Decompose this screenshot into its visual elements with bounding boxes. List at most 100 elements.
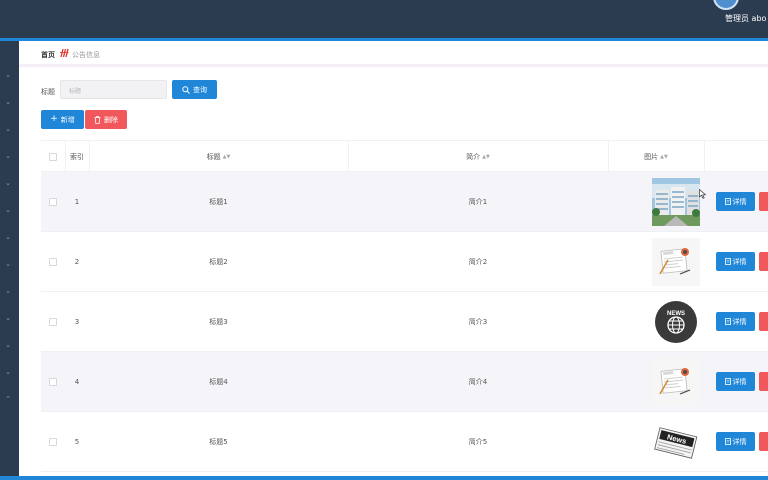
row-index: 3 xyxy=(74,318,80,326)
row-index: 1 xyxy=(74,198,80,206)
column-header-index: 索引 xyxy=(70,153,84,161)
row-index: 5 xyxy=(74,438,80,446)
row-delete-button[interactable] xyxy=(759,312,768,331)
document-icon xyxy=(724,258,731,265)
add-button[interactable]: + 新增 xyxy=(41,110,84,129)
row-index: 2 xyxy=(74,258,80,266)
sort-icon[interactable]: ▲▼ xyxy=(660,154,668,160)
plus-icon: + xyxy=(50,114,58,124)
detail-button[interactable]: 详情 xyxy=(716,312,755,331)
chevron-down-icon[interactable]: ⌄ xyxy=(4,152,12,160)
row-title: 标题1 xyxy=(209,198,228,206)
row-delete-button[interactable] xyxy=(759,252,768,271)
sort-icon[interactable]: ▲▼ xyxy=(223,154,231,160)
row-title: 标题5 xyxy=(209,438,228,446)
sidebar: ⌄ ⌄ ⌄ ⌄ ⌄ ⌄ ⌄ ⌄ ⌄ ⌄ ⌄ ⌄ ⌃ xyxy=(0,41,19,480)
detail-button-label: 详情 xyxy=(732,257,747,266)
column-header-intro-label: 简介 xyxy=(466,153,481,161)
chevron-down-icon[interactable]: ⌄ xyxy=(4,179,12,187)
row-intro: 简介4 xyxy=(468,378,488,386)
sort-icon[interactable]: ▲▼ xyxy=(482,154,490,160)
chevron-down-icon[interactable]: ⌄ xyxy=(4,314,12,322)
row-intro: 简介2 xyxy=(468,258,488,266)
table-row[interactable]: 2 标题2 简介2 详情 xyxy=(41,232,768,292)
main-content: 首页 公告信息 标题 标题 查询 + 新增 删除 索引 标题 ▲▼ 简介 ▲▼ … xyxy=(19,41,768,476)
column-header-title-label: 标题 xyxy=(206,153,221,161)
chevron-down-icon[interactable]: ⌄ xyxy=(4,206,12,214)
column-header-image-label: 图片 xyxy=(644,153,659,161)
detail-button[interactable]: 详情 xyxy=(716,192,755,211)
row-title: 标题2 xyxy=(209,258,228,266)
delete-button[interactable]: 删除 xyxy=(85,110,127,129)
row-checkbox[interactable] xyxy=(49,198,57,206)
document-icon xyxy=(724,198,731,205)
row-index: 4 xyxy=(74,378,80,386)
data-table: 索引 标题 ▲▼ 简介 ▲▼ 图片 ▲▼ 1 标题1 简介1 详情 2 标题2 … xyxy=(41,140,768,472)
row-checkbox[interactable] xyxy=(49,318,57,326)
breadcrumb: 首页 公告信息 xyxy=(19,41,768,67)
detail-button-label: 详情 xyxy=(732,377,747,386)
document-icon xyxy=(724,438,731,445)
query-button[interactable]: 查询 xyxy=(172,80,217,99)
row-title: 标题3 xyxy=(209,318,228,326)
chevron-down-icon[interactable]: ⌄ xyxy=(4,233,12,241)
column-header-title[interactable]: 标题 ▲▼ xyxy=(89,141,348,173)
row-checkbox[interactable] xyxy=(49,378,57,386)
search-label: 标题 xyxy=(41,88,55,96)
row-intro: 简介1 xyxy=(468,198,488,206)
chevron-down-icon[interactable]: ⌄ xyxy=(4,125,12,133)
delete-button-label: 删除 xyxy=(104,115,118,124)
admin-label[interactable]: 管理员 abo xyxy=(725,13,766,24)
building-photo[interactable] xyxy=(652,178,700,226)
news-globe-icon[interactable]: NEWS xyxy=(652,298,700,346)
document-icon xyxy=(724,318,731,325)
row-intro: 简介5 xyxy=(468,438,488,446)
row-intro: 简介3 xyxy=(468,318,488,326)
table-row[interactable]: 1 标题1 简介1 详情 xyxy=(41,172,768,232)
detail-button[interactable]: 详情 xyxy=(716,252,755,271)
chevron-down-icon[interactable]: ⌄ xyxy=(4,260,12,268)
detail-button[interactable]: 详情 xyxy=(716,432,755,451)
newspaper-illustration[interactable] xyxy=(652,238,700,286)
row-title: 标题4 xyxy=(209,378,228,386)
chevron-up-icon[interactable]: ⌃ xyxy=(4,395,12,403)
detail-button-label: 详情 xyxy=(732,197,747,206)
news-paper-icon[interactable]: News xyxy=(652,418,700,466)
table-row[interactable]: 3 标题3 简介3 NEWS 详情 xyxy=(41,292,768,352)
mouse-cursor-icon xyxy=(699,189,707,199)
chevron-down-icon[interactable]: ⌄ xyxy=(4,98,12,106)
select-all-cell xyxy=(41,141,65,173)
row-checkbox[interactable] xyxy=(49,258,57,266)
chevron-down-icon[interactable]: ⌄ xyxy=(4,71,12,79)
breadcrumb-home[interactable]: 首页 xyxy=(41,50,55,60)
detail-button-label: 详情 xyxy=(732,437,747,446)
detail-button[interactable]: 详情 xyxy=(716,372,755,391)
table-row[interactable]: 5 标题5 简介5 News 详情 xyxy=(41,412,768,472)
chevron-down-icon[interactable]: ⌄ xyxy=(4,287,12,295)
search-icon xyxy=(182,85,190,94)
select-all-checkbox[interactable] xyxy=(49,153,57,161)
row-delete-button[interactable] xyxy=(759,432,768,451)
table-header: 索引 标题 ▲▼ 简介 ▲▼ 图片 ▲▼ xyxy=(41,140,768,173)
avatar[interactable] xyxy=(713,0,739,10)
search-input[interactable]: 标题 xyxy=(60,80,167,99)
footer-accent-line xyxy=(0,476,768,480)
column-header-image[interactable]: 图片 ▲▼ xyxy=(608,141,704,173)
table-row[interactable]: 4 标题4 简介4 详情 xyxy=(41,352,768,412)
chevron-down-icon[interactable]: ⌄ xyxy=(4,368,12,376)
detail-button-label: 详情 xyxy=(732,317,747,326)
breadcrumb-separator-icon xyxy=(60,48,69,58)
column-header-intro[interactable]: 简介 ▲▼ xyxy=(348,141,608,173)
trash-icon xyxy=(94,115,101,124)
query-button-label: 查询 xyxy=(193,85,207,94)
top-navbar: 管理员 abo xyxy=(0,0,768,38)
row-delete-button[interactable] xyxy=(759,372,768,391)
add-button-label: 新增 xyxy=(60,115,75,124)
breadcrumb-current: 公告信息 xyxy=(72,51,100,59)
row-delete-button[interactable] xyxy=(759,192,768,211)
svg-text:NEWS: NEWS xyxy=(667,311,685,317)
row-checkbox[interactable] xyxy=(49,438,57,446)
chevron-down-icon[interactable]: ⌄ xyxy=(4,341,12,349)
newspaper-illustration[interactable] xyxy=(652,358,700,406)
document-icon xyxy=(724,378,731,385)
